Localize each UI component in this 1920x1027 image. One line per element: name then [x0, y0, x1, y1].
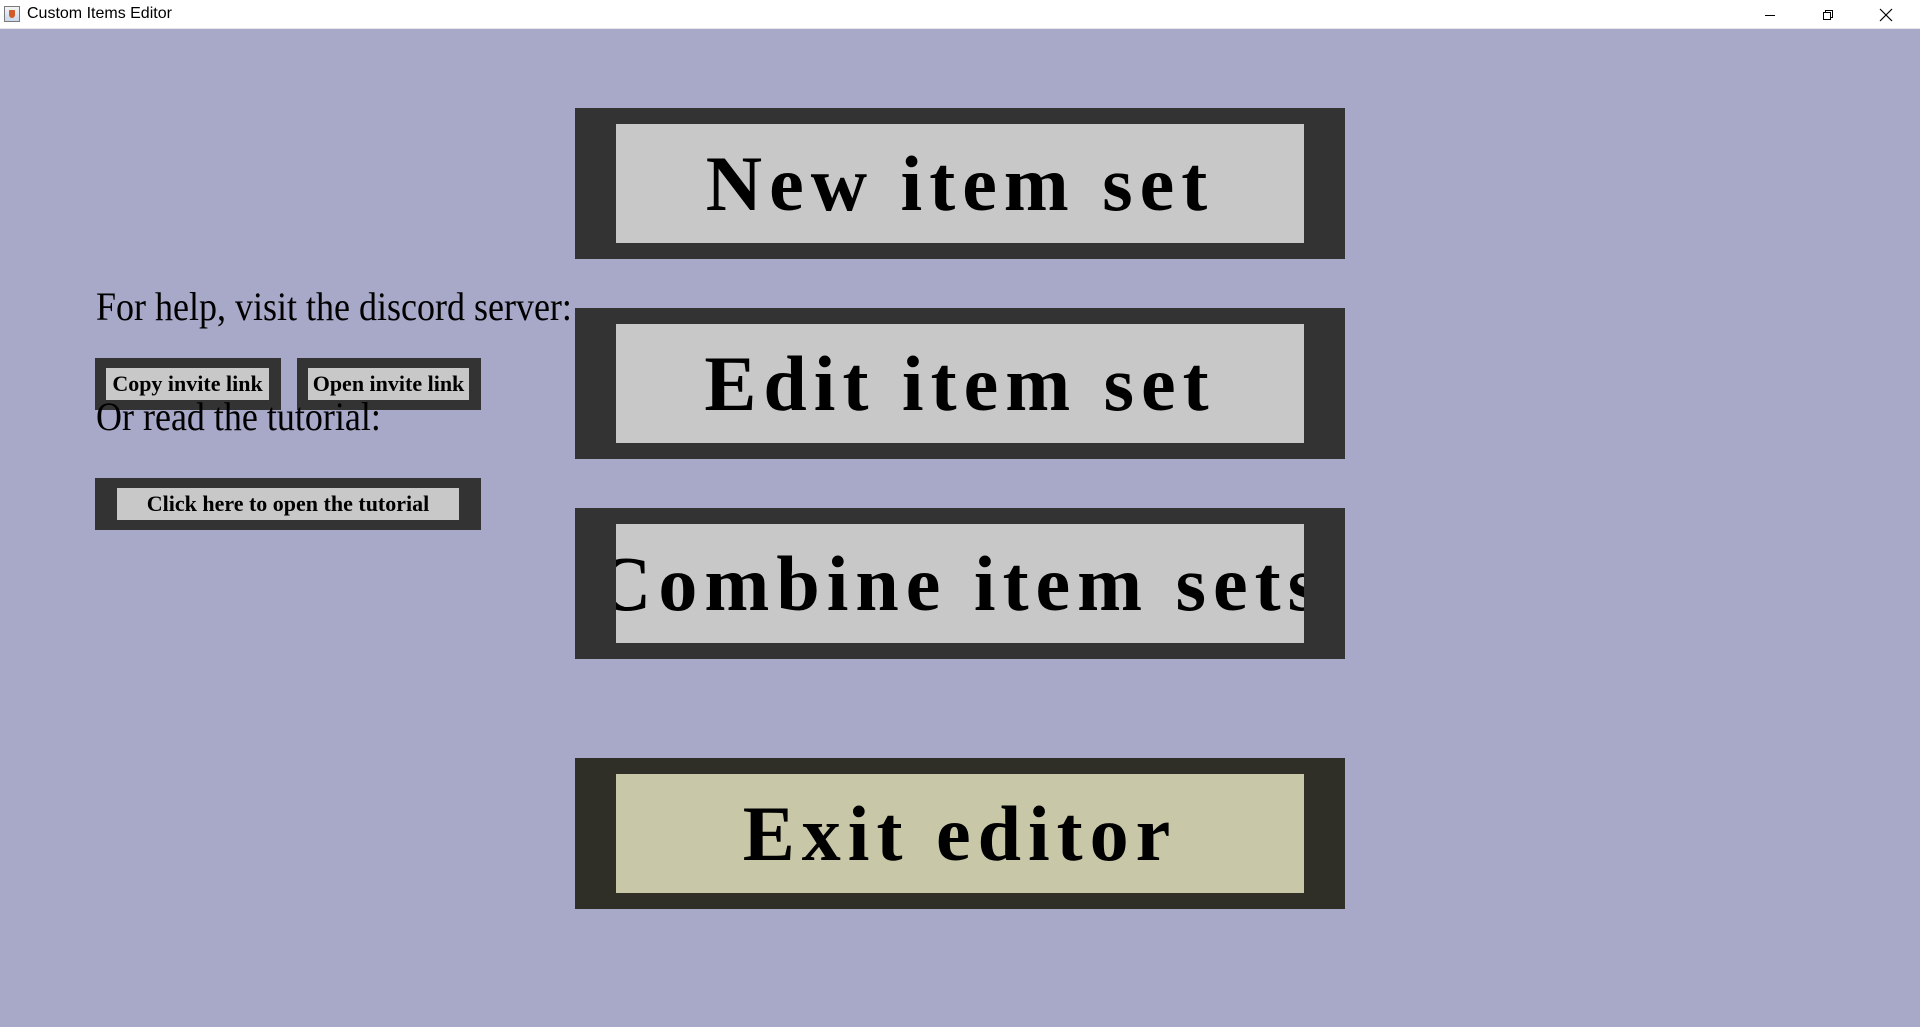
close-button[interactable] [1857, 0, 1915, 29]
edit-item-set-button[interactable]: Edit item set [575, 308, 1345, 459]
open-tutorial-label: Click here to open the tutorial [117, 488, 459, 520]
combine-item-sets-face: Combine item sets [616, 524, 1304, 643]
close-icon [1879, 8, 1893, 21]
window-title: Custom Items Editor [27, 5, 172, 22]
new-item-set-button[interactable]: New item set [575, 108, 1345, 259]
combine-item-sets-button[interactable]: Combine item sets [575, 508, 1345, 659]
exit-editor-face: Exit editor [616, 774, 1304, 893]
tutorial-help-text: Or read the tutorial: [96, 394, 381, 439]
combine-item-sets-label: Combine item sets [616, 539, 1304, 627]
open-tutorial-button[interactable]: Click here to open the tutorial [95, 478, 481, 530]
exit-editor-button[interactable]: Exit editor [575, 758, 1345, 909]
minimize-icon [1765, 14, 1775, 16]
discord-help-text: For help, visit the discord server: [96, 284, 572, 329]
window-titlebar[interactable]: Custom Items Editor [0, 0, 1920, 29]
edit-item-set-label: Edit item set [704, 339, 1216, 427]
new-item-set-face: New item set [616, 124, 1304, 243]
new-item-set-label: New item set [705, 139, 1215, 227]
restore-icon [1823, 9, 1833, 20]
main-panel: For help, visit the discord server: Copy… [0, 29, 1920, 1027]
exit-editor-label: Exit editor [742, 789, 1178, 877]
restore-button[interactable] [1799, 0, 1857, 29]
minimize-button[interactable] [1741, 0, 1799, 29]
java-app-icon [4, 6, 20, 22]
edit-item-set-face: Edit item set [616, 324, 1304, 443]
